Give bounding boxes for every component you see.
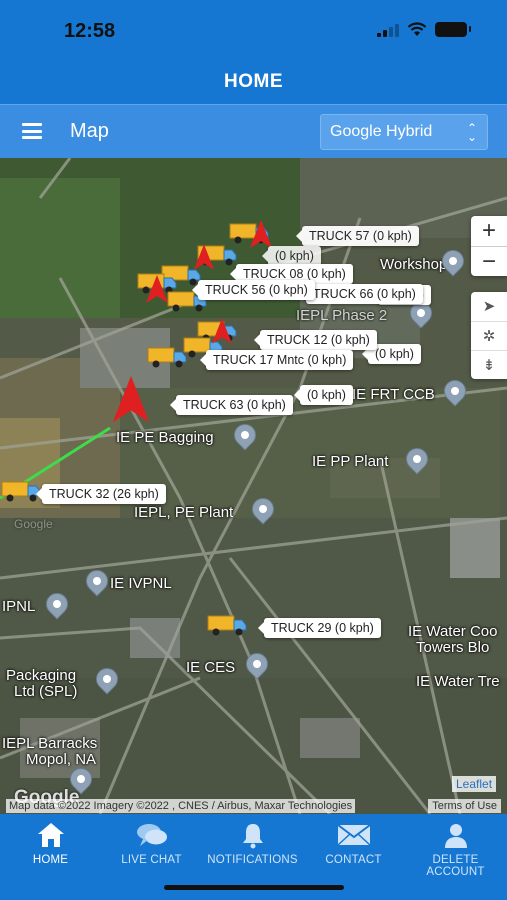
tab-delete-account[interactable]: DELETE ACCOUNT [404, 820, 507, 878]
place-label: IEPL Phase 2 [296, 307, 388, 324]
map-attribution: Map data ©2022 Imagery ©2022 , CNES / Ai… [0, 799, 507, 814]
truck-label[interactable]: TRUCK 66 (0 kph) [300, 284, 423, 304]
location-pin-icon[interactable] [229, 419, 261, 452]
hamburger-menu-icon[interactable] [22, 123, 42, 139]
location-pin-icon[interactable] [81, 565, 113, 598]
map-toolbar: Map Google Hybrid ⌃ ⌄ [0, 104, 507, 158]
envelope-icon [336, 824, 371, 846]
place-label: Towers Blo [416, 639, 490, 656]
location-pin-icon[interactable] [91, 663, 123, 696]
place-label: IE PP Plant [312, 453, 389, 470]
direction-arrow-icon[interactable] [212, 318, 232, 344]
home-indicator [164, 885, 344, 890]
tab-notifications[interactable]: NOTIFICATIONS [202, 820, 303, 866]
page-title: HOME [0, 60, 507, 104]
place-label: IPNL [2, 598, 36, 615]
location-pin-icon[interactable] [439, 375, 471, 408]
tab-contact[interactable]: CONTACT [303, 820, 404, 866]
place-label: IE PE Bagging [116, 429, 214, 446]
place-label: Mopol, NA [26, 751, 97, 768]
tab-label: HOME [32, 854, 69, 866]
place-label: Workshop [380, 256, 448, 273]
place-label: IEPL, PE Plant [134, 504, 234, 521]
truck-label[interactable]: (0 kph) [294, 385, 353, 405]
direction-arrow-icon[interactable] [146, 274, 168, 304]
tab-label: CONTACT [325, 854, 382, 866]
battery-icon [435, 22, 471, 37]
zoom-control: + − [471, 216, 507, 276]
user-icon [444, 824, 467, 848]
truck-icon[interactable] [206, 612, 248, 638]
location-pin-icon[interactable] [405, 297, 437, 330]
truck-icon[interactable] [146, 344, 188, 370]
home-icon [37, 823, 64, 847]
direction-arrow-icon[interactable] [250, 220, 272, 248]
location-pin-icon[interactable] [401, 443, 433, 476]
place-label: Google [14, 517, 53, 531]
truck-label[interactable]: (0 kph) [262, 246, 321, 266]
attribution-text: Map data ©2022 Imagery ©2022 , CNES / Ai… [6, 799, 356, 813]
truck-label[interactable]: TRUCK 17 Mntc (0 kph) [199, 350, 354, 370]
toolbar-title: Map [70, 120, 109, 142]
truck-label[interactable]: TRUCK 57 (0 kph) [296, 226, 419, 246]
layers-icon[interactable]: ⇟ [471, 350, 507, 379]
bell-icon [242, 824, 263, 849]
place-label: IE IVPNL [110, 575, 172, 592]
terms-of-use-link[interactable]: Terms of Use [428, 799, 501, 813]
status-icons [377, 22, 471, 37]
center-target-icon[interactable]: ✲ [471, 321, 507, 350]
status-time: 12:58 [64, 20, 116, 42]
location-pin-icon[interactable] [241, 648, 273, 681]
truck-label[interactable]: TRUCK 29 (0 kph) [258, 618, 381, 638]
place-label: IE FRT CCB [352, 386, 435, 403]
map-view[interactable]: IE PE Bagging IE PP Plant IEPL, PE Plant… [0, 158, 507, 814]
location-pin-icon[interactable] [247, 493, 279, 526]
cellular-signal-icon [377, 23, 399, 37]
tab-label: LIVE CHAT [121, 854, 182, 866]
place-label: Ltd (SPL) [14, 683, 78, 700]
place-label: IE CES [186, 659, 236, 676]
tab-label: NOTIFICATIONS [207, 854, 298, 866]
zoom-out-button[interactable]: − [471, 246, 507, 276]
tab-label: DELETE ACCOUNT [426, 854, 485, 878]
leaflet-link[interactable]: Leaflet [452, 776, 497, 792]
truck-label[interactable]: TRUCK 12 (0 kph) [254, 330, 377, 350]
map-type-value: Google Hybrid [330, 123, 433, 140]
truck-label[interactable]: TRUCK 32 (26 kph) [36, 484, 166, 504]
chevron-updown-icon: ⌃ ⌄ [466, 121, 477, 144]
locate-arrow-icon[interactable]: ➤ [471, 292, 507, 321]
truck-label[interactable]: TRUCK 63 (0 kph) [170, 395, 293, 415]
chat-icon [136, 824, 167, 846]
map-tools-control: ➤ ✲ ⇟ [471, 292, 507, 379]
map-type-select[interactable]: Google Hybrid ⌃ ⌄ [320, 114, 488, 150]
location-pin-icon[interactable] [41, 588, 73, 621]
tab-live-chat[interactable]: LIVE CHAT [101, 820, 202, 866]
direction-arrow-icon[interactable] [194, 244, 214, 270]
wifi-icon [407, 22, 427, 36]
tab-home[interactable]: HOME [0, 820, 101, 866]
truck-label[interactable]: TRUCK 56 (0 kph) [192, 280, 315, 300]
zoom-in-button[interactable]: + [471, 216, 507, 246]
place-label: IE Water Tre [416, 673, 500, 690]
direction-arrow-icon[interactable] [112, 376, 150, 422]
status-bar: 12:58 [0, 0, 507, 60]
location-pin-icon[interactable] [437, 245, 469, 278]
